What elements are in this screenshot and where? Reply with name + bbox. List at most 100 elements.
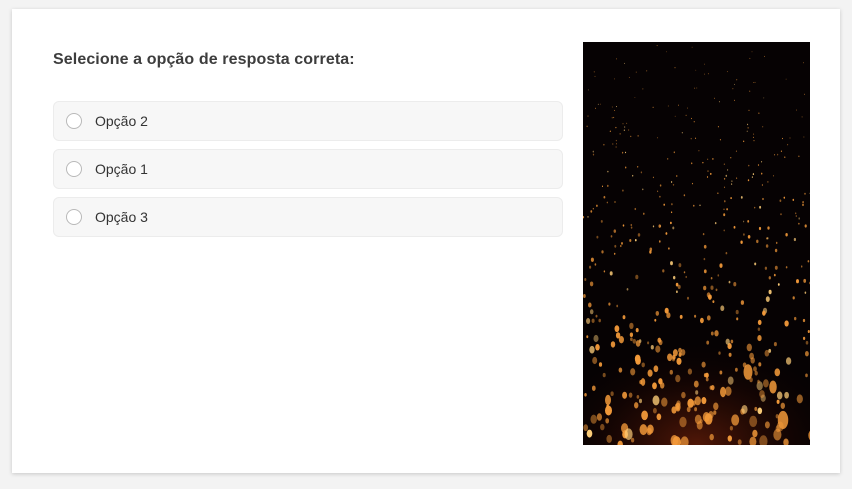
lantern-dot xyxy=(587,89,589,91)
lantern-dot xyxy=(723,208,725,211)
lantern-dot xyxy=(632,174,634,177)
lantern-dot xyxy=(709,433,714,441)
lantern-dot xyxy=(747,123,749,126)
lantern-dot xyxy=(687,107,688,109)
lantern-dot xyxy=(727,376,734,385)
lantern-dot xyxy=(805,340,809,345)
lantern-dot xyxy=(730,156,732,159)
lantern-dot xyxy=(659,382,665,389)
lantern-dot xyxy=(801,116,803,118)
lantern-dot xyxy=(733,225,736,229)
lantern-dot xyxy=(593,334,599,343)
lantern-dot xyxy=(761,172,763,175)
lantern-dot xyxy=(775,241,778,244)
lantern-dot xyxy=(803,62,804,64)
option-item[interactable]: Opção 3 xyxy=(53,197,563,237)
lantern-dot xyxy=(630,337,633,342)
answer-options: Opção 2 Opção 1 Opção 3 xyxy=(53,101,563,245)
lantern-dot xyxy=(714,330,719,337)
radio-button[interactable] xyxy=(66,161,82,177)
lantern-dot xyxy=(731,414,740,426)
lantern-dot xyxy=(758,112,760,114)
lantern-dot xyxy=(589,281,594,287)
lantern-dot xyxy=(767,226,770,230)
lantern-dot xyxy=(706,176,709,178)
lantern-dot xyxy=(747,127,749,129)
radio-button[interactable] xyxy=(66,113,82,129)
lantern-dot xyxy=(777,410,789,430)
lantern-dot xyxy=(752,429,758,438)
lantern-dot xyxy=(628,392,633,398)
lantern-dot xyxy=(765,296,770,302)
lantern-dot xyxy=(699,204,701,207)
lantern-dot xyxy=(712,157,714,160)
lantern-dot xyxy=(622,189,624,192)
lantern-dot xyxy=(666,51,667,53)
lantern-dot xyxy=(792,296,795,300)
lantern-dot xyxy=(675,374,681,383)
lantern-dot xyxy=(670,261,673,266)
lantern-dot xyxy=(807,329,810,334)
radio-button[interactable] xyxy=(66,209,82,225)
lantern-dot xyxy=(718,351,721,355)
lantern-dot xyxy=(804,93,805,95)
lantern-dot xyxy=(793,237,797,242)
lantern-dot xyxy=(765,244,769,248)
lantern-dot xyxy=(768,276,771,280)
lantern-dot xyxy=(777,153,779,156)
lantern-dot xyxy=(725,174,728,177)
lantern-dot xyxy=(753,366,757,372)
lantern-dot xyxy=(693,121,695,123)
lantern-dot xyxy=(694,87,696,89)
lantern-dot xyxy=(710,285,714,290)
lantern-dot xyxy=(725,386,732,396)
lantern-dot xyxy=(804,192,806,195)
lantern-dot xyxy=(654,318,657,322)
lantern-dot xyxy=(691,162,693,165)
lantern-dot xyxy=(758,362,762,367)
lanterns-illustration xyxy=(583,42,810,445)
lantern-dot xyxy=(616,143,617,145)
lantern-dot xyxy=(657,190,659,193)
lantern-dot xyxy=(748,109,750,112)
lantern-dot xyxy=(740,196,743,199)
lantern-dot xyxy=(652,407,657,414)
lantern-dot xyxy=(592,150,594,153)
lantern-dot xyxy=(676,357,682,365)
lantern-dot xyxy=(666,312,671,319)
lantern-dot xyxy=(609,271,613,276)
lantern-dot xyxy=(600,103,601,105)
lantern-dot xyxy=(736,79,738,81)
lantern-dot xyxy=(735,309,739,315)
lantern-dot xyxy=(629,332,634,338)
lantern-dot xyxy=(780,402,786,409)
lantern-dot xyxy=(795,215,797,217)
lantern-dot xyxy=(734,83,735,85)
option-item[interactable]: Opção 1 xyxy=(53,149,563,189)
question-title: Selecione a opção de resposta correta: xyxy=(53,51,355,68)
lantern-dot xyxy=(754,262,757,266)
lantern-dot xyxy=(634,238,637,242)
lantern-dot xyxy=(642,88,644,90)
option-item[interactable]: Opção 2 xyxy=(53,101,563,141)
lantern-dot xyxy=(795,212,797,215)
lantern-dot xyxy=(807,260,810,263)
lantern-dot xyxy=(695,69,697,71)
lantern-dot xyxy=(785,78,787,80)
lantern-dot xyxy=(630,135,632,138)
lantern-dot xyxy=(707,158,709,160)
lantern-dot xyxy=(803,136,805,138)
lantern-dot xyxy=(683,271,686,274)
lantern-dot xyxy=(802,336,806,341)
lantern-dot xyxy=(637,233,641,237)
lantern-dot xyxy=(670,181,673,183)
lantern-dot xyxy=(756,239,759,244)
lantern-dot xyxy=(657,137,659,139)
lantern-dot xyxy=(743,140,745,143)
lantern-dot xyxy=(636,395,640,399)
lantern-dot xyxy=(591,385,596,391)
lantern-dot xyxy=(650,344,654,350)
lantern-dot xyxy=(774,248,778,253)
lantern-dot xyxy=(699,317,704,324)
lantern-dot xyxy=(761,161,763,163)
